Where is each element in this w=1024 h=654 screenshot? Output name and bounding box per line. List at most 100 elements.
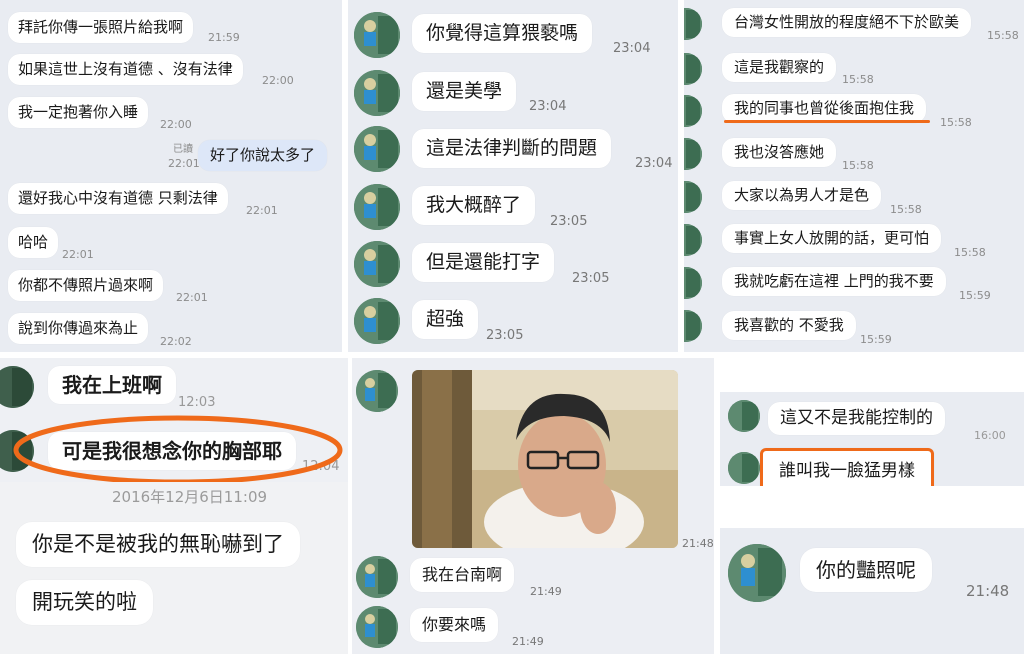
message-bubble[interactable]: 還好我心中沒有道德 只剩法律 xyxy=(8,183,228,214)
message-time: 15:58 xyxy=(842,73,874,86)
avatar-person-icon xyxy=(354,241,400,287)
message-bubble[interactable]: 我喜歡的 不愛我 xyxy=(722,311,856,340)
avatar-person-icon xyxy=(684,181,702,213)
message-bubble[interactable]: 你覺得這算猥褻嗎 xyxy=(412,14,593,53)
message-bubble[interactable]: 你的豔照呢 xyxy=(800,548,932,592)
avatar-person-icon xyxy=(728,544,786,602)
avatar[interactable] xyxy=(354,298,400,344)
avatar[interactable] xyxy=(356,370,398,412)
avatar[interactable] xyxy=(354,184,400,230)
message-time: 21:59 xyxy=(208,31,240,44)
date-separator: 2016年12月6日11:09 xyxy=(112,488,268,506)
message-time: 23:04 xyxy=(529,99,567,114)
message-time: 15:59 xyxy=(860,333,892,346)
avatar[interactable] xyxy=(684,8,702,40)
message-bubble[interactable]: 這是法律判斷的問題 xyxy=(412,129,612,168)
avatar-person-icon xyxy=(354,126,400,172)
message-bubble[interactable]: 你都不傳照片過來啊 xyxy=(8,270,164,301)
message-bubble[interactable]: 這是我觀察的 xyxy=(722,53,837,82)
message-bubble[interactable]: 事實上女人放開的話，更可怕 xyxy=(722,224,942,253)
message-bubble[interactable]: 大家以為男人才是色 xyxy=(722,181,882,210)
message-time: 23:05 xyxy=(550,214,588,229)
avatar[interactable] xyxy=(354,70,400,116)
avatar[interactable] xyxy=(684,310,702,342)
avatar[interactable] xyxy=(356,606,398,648)
avatar-person-icon xyxy=(356,606,398,648)
my-message-bubble[interactable]: 好了你說太多了 xyxy=(198,140,328,171)
avatar[interactable] xyxy=(684,224,702,256)
avatar[interactable] xyxy=(354,241,400,287)
message-bubble[interactable]: 可是我很想念你的胸部耶 xyxy=(48,432,296,470)
message-bubble[interactable]: 開玩笑的啦 xyxy=(16,580,153,625)
avatar-person-icon xyxy=(728,400,760,432)
message-bubble[interactable]: 我一定抱著你入睡 xyxy=(8,97,149,128)
avatar-person-icon xyxy=(354,12,400,58)
avatar-person-icon xyxy=(684,138,702,170)
message-bubble[interactable]: 我的同事也曾從後面抱住我 xyxy=(722,94,927,123)
message-time: 16:00 xyxy=(974,429,1006,442)
message-bubble[interactable]: 台灣女性開放的程度絕不下於歐美 xyxy=(722,8,972,37)
avatar[interactable] xyxy=(684,95,702,127)
message-bubble[interactable]: 這又不是我能控制的 xyxy=(768,402,945,435)
chat-lower-area xyxy=(0,482,348,654)
message-bubble[interactable]: 我大概醉了 xyxy=(412,186,536,225)
message-bubble[interactable]: 你是不是被我的無恥嚇到了 xyxy=(16,522,300,567)
message-time: 15:58 xyxy=(954,246,986,259)
message-time: 22:01 xyxy=(246,204,278,217)
avatar[interactable] xyxy=(0,366,34,408)
avatar-person-icon xyxy=(684,267,702,299)
avatar[interactable] xyxy=(728,544,786,602)
avatar-person-icon xyxy=(684,95,702,127)
avatar[interactable] xyxy=(684,181,702,213)
avatar-person-icon xyxy=(354,184,400,230)
avatar[interactable] xyxy=(728,452,760,484)
avatar[interactable] xyxy=(728,400,760,432)
avatar[interactable] xyxy=(354,126,400,172)
message-bubble[interactable]: 我在上班啊 xyxy=(48,366,176,404)
message-bubble[interactable]: 但是還能打字 xyxy=(412,243,555,282)
message-bubble[interactable]: 我就吃虧在這裡 上門的我不要 xyxy=(722,267,946,296)
message-time: 23:05 xyxy=(572,271,610,286)
shared-photo[interactable] xyxy=(412,370,678,548)
avatar-person-icon xyxy=(0,430,34,472)
avatar[interactable] xyxy=(684,138,702,170)
avatar[interactable] xyxy=(354,12,400,58)
chat-panel-2: 你覺得這算猥褻嗎 23:04 還是美學 23:04 這是法律判斷的問題 23:0… xyxy=(348,0,678,352)
message-time: 15:58 xyxy=(940,116,972,129)
avatar-person-icon xyxy=(0,366,34,408)
chat-panel-7: 你的豔照呢 21:48 xyxy=(720,528,1024,654)
message-time: 21:49 xyxy=(530,585,562,598)
message-bubble[interactable]: 你要來嗎 xyxy=(410,608,499,642)
avatar[interactable] xyxy=(684,53,702,85)
chat-panel-5: 21:48 我在台南啊 21:49 你要來嗎 21:49 xyxy=(352,358,714,654)
message-time: 21:48 xyxy=(682,537,714,550)
message-bubble[interactable]: 誰叫我一臉猛男樣 xyxy=(760,448,934,486)
avatar-person-icon xyxy=(684,310,702,342)
chat-panel-3: 台灣女性開放的程度絕不下於歐美 15:58 這是我觀察的 15:58 我的同事也… xyxy=(684,0,1024,352)
message-bubble[interactable]: 我在台南啊 xyxy=(410,558,515,592)
highlight-underline xyxy=(724,120,930,123)
message-time: 23:04 xyxy=(635,156,673,171)
avatar-person-icon xyxy=(356,556,398,598)
avatar[interactable] xyxy=(0,430,34,472)
avatar-person-icon xyxy=(684,224,702,256)
message-bubble[interactable]: 超強 xyxy=(412,300,479,339)
selfie-photo-image xyxy=(412,370,678,548)
chat-panel-4: 我在上班啊 12:03 可是我很想念你的胸部耶 12:04 2016年12月6日… xyxy=(0,358,348,654)
message-time: 12:04 xyxy=(302,459,340,474)
read-receipt: 已讀 xyxy=(173,144,193,155)
chat-panel-6: 這又不是我能控制的 16:00 誰叫我一臉猛男樣 xyxy=(720,392,1024,486)
message-time: 15:58 xyxy=(842,159,874,172)
message-time: 15:58 xyxy=(987,29,1019,42)
message-bubble[interactable]: 說到你傳過來為止 xyxy=(8,313,149,344)
message-bubble[interactable]: 如果這世上沒有道德 、沒有法律 xyxy=(8,54,243,85)
message-time: 22:02 xyxy=(160,335,192,348)
message-bubble[interactable]: 拜託你傳一張照片給我啊 xyxy=(8,12,194,43)
message-bubble[interactable]: 我也沒答應她 xyxy=(722,138,837,167)
avatar[interactable] xyxy=(356,556,398,598)
message-bubble[interactable]: 哈哈 xyxy=(8,227,59,258)
message-bubble[interactable]: 還是美學 xyxy=(412,72,517,111)
avatar-person-icon xyxy=(354,70,400,116)
avatar-person-icon xyxy=(356,370,398,412)
avatar[interactable] xyxy=(684,267,702,299)
